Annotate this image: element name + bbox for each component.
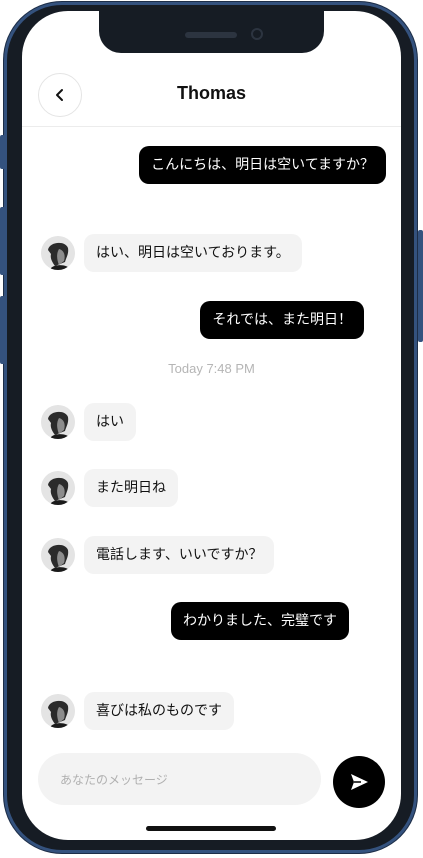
home-indicator: [146, 826, 276, 831]
message-bubble-outgoing: わかりました、完璧です: [171, 602, 349, 640]
contact-name: Thomas: [176, 83, 246, 103]
message-input[interactable]: [58, 753, 302, 807]
message-bubble-outgoing: それでは、また明日！: [200, 301, 364, 339]
avatar-image: [41, 538, 75, 572]
message-bubble-incoming: はい、明日は空いております。: [84, 234, 302, 272]
avatar-image: [41, 236, 75, 270]
front-camera: [251, 28, 263, 40]
message-bubble-incoming: また明日ね: [84, 469, 178, 507]
send-icon: [351, 774, 368, 790]
avatar: [41, 538, 75, 572]
silent-switch: [0, 135, 5, 169]
speaker: [185, 32, 237, 38]
message-bubble-incoming: はい: [84, 403, 136, 441]
volume-up-button: [0, 207, 5, 275]
message-bubble-incoming: 喜びは私のものです: [84, 692, 234, 730]
power-button: [418, 230, 423, 342]
send-button[interactable]: [333, 756, 385, 808]
volume-down-button: [0, 296, 5, 364]
avatar: [41, 471, 75, 505]
chat-screen: Thomas こんにちは、明日は空いてますか？ はい、明日は空いております。 そ…: [22, 11, 401, 840]
avatar-image: [41, 694, 75, 728]
message-composer: [38, 753, 321, 807]
message-timestamp: Today 7:48 PM: [168, 361, 255, 376]
avatar: [41, 405, 75, 439]
message-bubble-outgoing: こんにちは、明日は空いてますか？: [139, 146, 386, 184]
avatar-image: [41, 405, 75, 439]
chat-header: Thomas: [22, 63, 401, 127]
message-bubble-incoming: 電話します、いいですか？: [84, 536, 275, 574]
avatar-image: [41, 471, 75, 505]
avatar: [41, 694, 75, 728]
avatar: [41, 236, 75, 270]
notch: [99, 11, 324, 53]
